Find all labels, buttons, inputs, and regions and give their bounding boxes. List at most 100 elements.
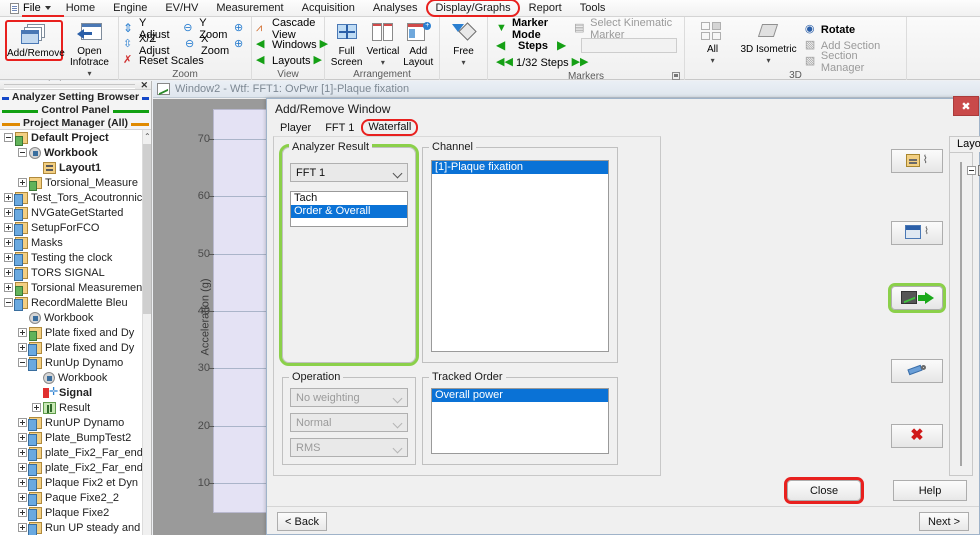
list-item[interactable]: [1]-Plaque fixation: [432, 161, 608, 174]
tab-fft-1[interactable]: FFT 1: [318, 121, 361, 136]
steps-prev-icon[interactable]: ◀: [496, 39, 509, 52]
expand-icon[interactable]: [18, 433, 27, 442]
layouts-prev-icon[interactable]: ◀: [256, 54, 269, 67]
add-remove-button[interactable]: Add/Remove: [5, 20, 65, 61]
x-zoom-in-icon[interactable]: ⊖: [185, 38, 198, 51]
tree-item[interactable]: Workbook: [0, 370, 151, 385]
tree-item[interactable]: TORS SIGNAL: [0, 265, 151, 281]
add-result-button[interactable]: ⌇: [891, 149, 943, 173]
y-zoom-out-icon[interactable]: ⊕: [234, 22, 247, 35]
tab-analyses[interactable]: Analyses: [364, 0, 427, 16]
tree-item[interactable]: Torsional Measuremen: [0, 280, 151, 296]
tab-waterfall[interactable]: Waterfall: [361, 119, 419, 136]
tree-item[interactable]: Plate fixed and Dy: [0, 340, 151, 356]
control-panel-bar[interactable]: Control Panel: [0, 103, 151, 116]
tree-item[interactable]: Workbook: [0, 145, 151, 160]
tab-file[interactable]: File: [6, 1, 57, 15]
tree-item[interactable]: Torsional_Measure: [0, 175, 151, 191]
x-zoom-label[interactable]: X Zoom: [201, 33, 231, 57]
tree-item[interactable]: Workbook: [0, 310, 151, 325]
tab-acquisition[interactable]: Acquisition: [293, 0, 364, 16]
analyzer-setting-browser-bar[interactable]: Analyzer Setting Browser: [0, 90, 151, 103]
collapse-icon[interactable]: [4, 298, 13, 307]
tab-report[interactable]: Report: [520, 0, 571, 16]
y-zoom-in-icon[interactable]: ⊖: [183, 22, 196, 35]
tab-tools[interactable]: Tools: [571, 0, 615, 16]
layout-tree-item[interactable]: Wtf: FFT1: OvPwr [1]-Plaque fixation: [961, 205, 980, 219]
markers-dialog-launcher-icon[interactable]: [672, 72, 680, 80]
analyzer-result-combo[interactable]: FFT 1: [290, 163, 408, 182]
expand-icon[interactable]: [18, 523, 27, 532]
tree-item[interactable]: RunUp Dynamo: [0, 355, 151, 371]
panel-grip[interactable]: ✕: [0, 80, 151, 90]
tree-item[interactable]: plate_Fix2_Far_end: [0, 445, 151, 461]
collapse-icon[interactable]: [18, 358, 27, 367]
free-button[interactable]: Free ▾: [444, 20, 483, 68]
list-item[interactable]: Tach: [291, 192, 407, 205]
tree-item[interactable]: Plate fixed and Dy: [0, 325, 151, 341]
weighting-combo[interactable]: No weighting: [290, 388, 408, 407]
collapse-icon[interactable]: [18, 148, 27, 157]
tab-measurement[interactable]: Measurement: [207, 0, 292, 16]
expand-icon[interactable]: [18, 343, 27, 352]
back-button[interactable]: < Back: [277, 512, 327, 531]
tree-item[interactable]: Masks: [0, 235, 151, 251]
chevron-down-icon[interactable]: [44, 6, 51, 10]
vertical-button[interactable]: Vertical ▾: [365, 20, 400, 68]
expand-icon[interactable]: [18, 178, 27, 187]
next-button[interactable]: Next >: [919, 512, 969, 531]
expand-icon[interactable]: [18, 508, 27, 517]
delete-button[interactable]: ✖: [891, 424, 943, 448]
tree-item[interactable]: RunUP Dynamo: [0, 415, 151, 431]
expand-icon[interactable]: [18, 448, 27, 457]
rms-combo[interactable]: RMS: [290, 438, 408, 457]
expand-icon[interactable]: [18, 418, 27, 427]
3d-isometric-button[interactable]: 3D Isometric ▾: [738, 20, 799, 66]
rotate-row[interactable]: ◉ Rotate: [805, 22, 902, 37]
free-caret-icon[interactable]: ▾: [444, 57, 483, 68]
tree-item[interactable]: Plaque Fix2 et Dyn: [0, 475, 151, 491]
apply-button[interactable]: [888, 283, 946, 313]
tree-item[interactable]: RecordMalette Bleu: [0, 295, 151, 311]
normal-combo[interactable]: Normal: [290, 413, 408, 432]
list-item[interactable]: Overall power: [432, 389, 608, 402]
tree-item[interactable]: Plate_BumpTest2: [0, 430, 151, 446]
channel-list[interactable]: [1]-Plaque fixation: [431, 160, 609, 352]
tree-item[interactable]: Testing the clock: [0, 250, 151, 266]
tab-display-graphs[interactable]: Display/Graphs: [426, 0, 520, 17]
tree-item[interactable]: Result: [0, 400, 151, 415]
project-manager-bar[interactable]: Project Manager (All): [0, 116, 151, 129]
open-infotrace-caret-icon[interactable]: ▾: [65, 68, 114, 79]
cascade-view-row[interactable]: ⩘ Cascade View: [256, 17, 320, 41]
scrollbar-thumb[interactable]: [143, 144, 151, 314]
full-screen-button[interactable]: Full Screen: [329, 20, 364, 68]
tracked-order-list[interactable]: Overall power: [431, 388, 609, 454]
tab-home[interactable]: Home: [57, 0, 104, 16]
layout-tree-item[interactable]: Layout1: [961, 163, 980, 177]
collapse-icon[interactable]: [967, 165, 976, 175]
tree-item[interactable]: Paque Fixe2_2: [0, 490, 151, 506]
tree-item[interactable]: Plaque Fixe2: [0, 505, 151, 521]
project-tree-scrollbar[interactable]: ⌃: [142, 130, 151, 535]
layout-tree-item[interactable]: Window2: [961, 191, 980, 205]
expand-icon[interactable]: [4, 268, 13, 277]
layout-tree[interactable]: Layout1Window1Window2Wtf: FFT1: OvPwr [1…: [960, 162, 980, 466]
steps-fast-prev-icon[interactable]: ◀◀: [496, 56, 513, 69]
expand-icon[interactable]: [18, 463, 27, 472]
3d-isometric-caret-icon[interactable]: ▾: [738, 55, 799, 66]
tree-item[interactable]: Default Project: [0, 130, 151, 146]
marker-mode-label[interactable]: Marker Mode: [512, 17, 563, 41]
expand-icon[interactable]: [4, 238, 13, 247]
kinematic-marker-input[interactable]: [580, 38, 677, 53]
open-infotrace-button[interactable]: Open Infotrace ▾: [65, 20, 114, 79]
expand-icon[interactable]: [18, 493, 27, 502]
close-button[interactable]: Close: [784, 477, 864, 504]
tree-item[interactable]: SetupForFCO: [0, 220, 151, 236]
steps-fast-next-icon[interactable]: ▶▶: [572, 56, 589, 69]
scroll-up-icon[interactable]: ⌃: [144, 132, 151, 141]
add-layout-button[interactable]: + Add Layout: [402, 20, 435, 68]
tree-item[interactable]: NVGateGetStarted: [0, 205, 151, 221]
tree-item[interactable]: Layout1: [0, 160, 151, 175]
list-item[interactable]: Order & Overall: [291, 205, 407, 218]
collapse-icon[interactable]: [4, 133, 13, 142]
